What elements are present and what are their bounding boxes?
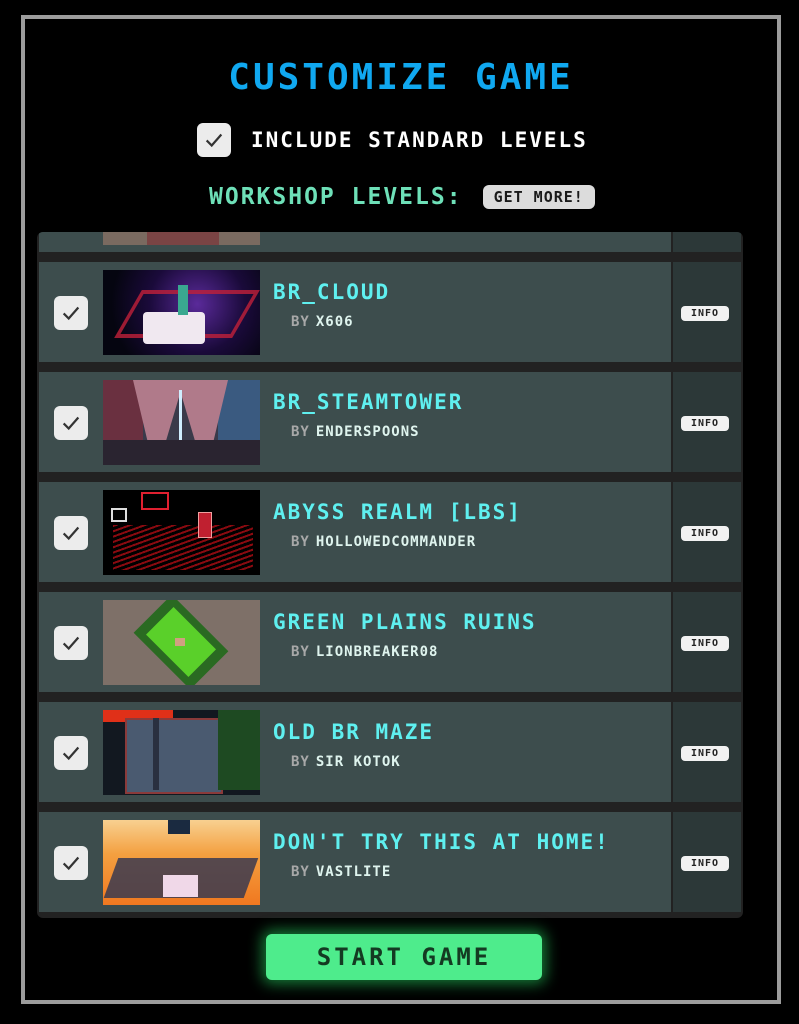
standard-levels-label: Include Standard Levels [251, 128, 588, 152]
list-item[interactable]: Don't Try This At Home! By VastLite Info [39, 812, 741, 912]
info-button[interactable]: Info [681, 856, 729, 871]
level-author: By X606 [291, 314, 354, 330]
level-thumbnail [103, 232, 260, 245]
checkmark-icon [62, 416, 80, 431]
checkmark-icon [62, 306, 80, 321]
level-checkbox[interactable] [54, 406, 88, 440]
start-game-button[interactable]: Start Game [266, 934, 542, 980]
info-button[interactable]: Info [681, 636, 729, 651]
checkmark-icon [62, 856, 80, 871]
list-item-partial [39, 232, 741, 252]
list-item[interactable]: Green Plains Ruins By Lionbreaker08 Info [39, 592, 741, 692]
level-name: BR_SteamTower [273, 390, 464, 414]
info-button[interactable]: Info [681, 526, 729, 541]
level-thumbnail [103, 490, 260, 575]
get-more-button[interactable]: Get More! [482, 185, 595, 209]
level-name: Green Plains Ruins [273, 610, 537, 634]
level-author: By HollowedCommander [291, 534, 477, 550]
level-name: Abyss Realm [LBS] [273, 500, 522, 524]
standard-levels-checkbox[interactable] [197, 123, 231, 157]
list-item[interactable]: BR_Cloud By X606 Info [39, 262, 741, 362]
level-name: BR_Cloud [273, 280, 391, 304]
level-checkbox[interactable] [54, 296, 88, 330]
info-button[interactable]: Info [681, 416, 729, 431]
list-item[interactable]: Abyss Realm [LBS] By HollowedCommander In… [39, 482, 741, 582]
list-item[interactable]: BR_SteamTower By Enderspoons Info [39, 372, 741, 472]
level-thumbnail [103, 600, 260, 685]
level-checkbox[interactable] [54, 736, 88, 770]
page-title: Customize Game [228, 57, 574, 98]
workshop-header: Workshop Levels: Get More! [209, 184, 595, 210]
level-thumbnail [103, 270, 260, 355]
level-author: By Lionbreaker08 [291, 644, 439, 660]
checkmark-icon [62, 746, 80, 761]
checkmark-icon [62, 526, 80, 541]
info-button[interactable]: Info [681, 306, 729, 321]
workshop-level-list[interactable]: BR_Cloud By X606 Info BR_SteamTower By End… [37, 232, 743, 918]
level-name: Don't Try This At Home! [273, 830, 610, 854]
level-author: By Enderspoons [291, 424, 420, 440]
level-checkbox[interactable] [54, 626, 88, 660]
level-thumbnail [103, 380, 260, 465]
level-checkbox[interactable] [54, 846, 88, 880]
level-checkbox[interactable] [54, 516, 88, 550]
checkmark-icon [205, 133, 223, 148]
info-button[interactable]: Info [681, 746, 729, 761]
list-item[interactable]: Old BR Maze By Sir Kotok Info [39, 702, 741, 802]
level-author: By VastLite [291, 864, 392, 880]
level-thumbnail [103, 820, 260, 905]
checkmark-icon [62, 636, 80, 651]
include-standard-levels-toggle[interactable]: Include Standard Levels [197, 122, 588, 158]
level-name: Old BR Maze [273, 720, 435, 744]
customize-game-panel: Customize Game Include Standard Levels W… [21, 15, 781, 1004]
level-thumbnail [103, 710, 260, 795]
workshop-levels-label: Workshop Levels: [209, 184, 463, 210]
level-author: By Sir Kotok [291, 754, 401, 770]
